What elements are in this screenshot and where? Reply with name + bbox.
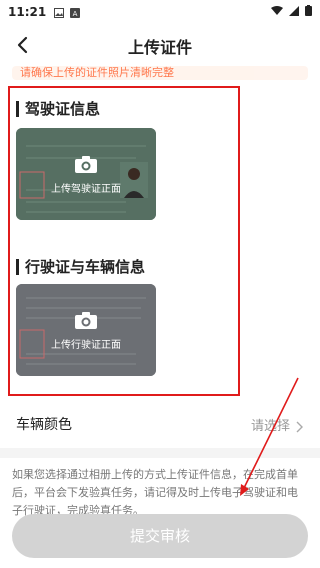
section-marker — [16, 100, 19, 117]
app-a-icon: A — [70, 7, 81, 18]
page-title: 上传证件 — [127, 38, 192, 57]
help-text: 如果您选择通过相册上传的方式上传证件信息，在完成首单后，平台会下发验真任务，请记… — [12, 468, 298, 517]
status-right-icons — [271, 5, 312, 19]
section-title-driver-license: 驾驶证信息 — [16, 98, 100, 119]
vehicle-color-row[interactable]: 车辆颜色 请选择 — [0, 404, 320, 444]
status-bar: 11:21 A — [0, 0, 320, 24]
vehicle-color-value: 请选择 — [250, 418, 290, 434]
wifi-icon — [271, 5, 283, 19]
section-title-text: 行驶证与车辆信息 — [25, 258, 146, 276]
notice-text: 请确保上传的证件照片清晰完整 — [20, 66, 174, 79]
upload-vehicle-license-label: 上传行驶证正面 — [51, 340, 121, 351]
vehicle-color-label: 车辆颜色 — [16, 417, 72, 433]
submit-button[interactable]: 提交审核 — [12, 514, 308, 558]
camera-icon — [74, 154, 98, 174]
battery-icon — [305, 5, 312, 19]
divider — [0, 448, 320, 458]
vehicle-license-upload-card[interactable]: 上传行驶证正面 — [16, 284, 156, 376]
camera-icon — [74, 310, 98, 330]
status-time: 11:21 — [8, 5, 47, 19]
section-title-text: 驾驶证信息 — [25, 100, 101, 118]
signal-icon — [289, 5, 299, 19]
driver-license-upload-card[interactable]: 上传驾驶证正面 — [16, 128, 156, 220]
back-arrow-icon[interactable] — [12, 34, 34, 56]
notice-banner: 请确保上传的证件照片清晰完整 — [12, 66, 308, 80]
upload-driver-license-label: 上传驾驶证正面 — [51, 184, 121, 195]
nav-bar: 上传证件 — [0, 24, 320, 68]
section-marker — [16, 258, 19, 275]
svg-text:A: A — [73, 10, 78, 18]
chevron-right-icon — [294, 418, 304, 433]
section-title-vehicle-license: 行驶证与车辆信息 — [16, 256, 145, 277]
image-icon — [54, 7, 65, 18]
